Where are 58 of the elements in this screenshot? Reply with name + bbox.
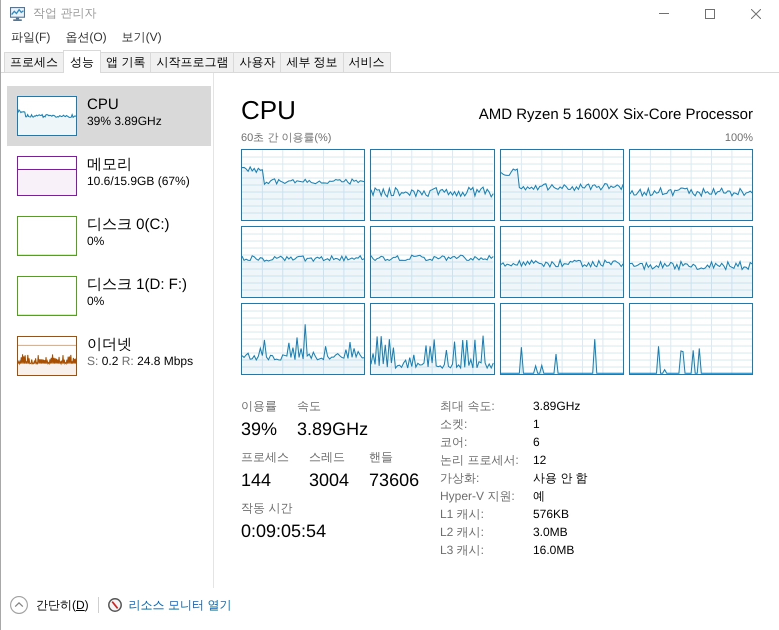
spec-value: 3.0MB (533, 524, 568, 541)
stat-value: 3.89GHz (297, 418, 368, 441)
maximize-icon (705, 8, 715, 18)
stat-value: 3004 (309, 469, 350, 492)
window-title: 작업 관리자 (33, 5, 96, 22)
spec-value: 1 (533, 416, 540, 433)
tab[interactable]: 앱 기록 (100, 52, 152, 72)
section-title: CPU (241, 95, 296, 125)
chevron-up-icon (10, 596, 28, 614)
spec-value: 사용 안 함 (533, 470, 588, 487)
menu-item[interactable]: 파일(F) (5, 28, 56, 47)
stat-value: 39% (241, 418, 278, 441)
spec-value: 6 (533, 434, 540, 451)
close-icon (751, 8, 761, 18)
menu-item[interactable]: 옵션(O) (59, 28, 113, 47)
spec-value: 16.0MB (533, 542, 574, 559)
stat-label: 이용률 (241, 398, 277, 415)
stat-label: 작동 시간 (241, 500, 292, 517)
sidebar-item[interactable]: 디스크 1(D: F:) 0% (7, 266, 211, 326)
stat-label: 스레드 (309, 449, 345, 466)
monitor-chart-icon (10, 6, 25, 20)
spec-value: 576KB (533, 506, 570, 523)
stat-label: 핸들 (369, 449, 394, 466)
spec-label: Hyper-V 지원: (440, 488, 515, 505)
stat-value: 73606 (369, 469, 420, 492)
menu-item[interactable]: 보기(V) (116, 28, 168, 47)
spec-label: L3 캐시: (440, 542, 484, 559)
graph-max-label: 100% (724, 131, 753, 145)
stat-label: 프로세스 (241, 449, 289, 466)
stat-value: 0:09:05:54 (241, 520, 326, 543)
spec-value: 예 (533, 488, 545, 505)
sidebar-item[interactable]: 이더넷 S: 0.2 R: 24.8 Mbps (7, 326, 211, 386)
spec-label: L1 캐시: (440, 506, 484, 523)
collapse-button[interactable]: 간단히(D) (10, 596, 89, 614)
spec-label: L2 캐시: (440, 524, 484, 541)
sidebar-item[interactable]: CPU 39% 3.89GHz (7, 86, 211, 146)
stat-value: 144 (241, 469, 272, 492)
spec-label: 논리 프로세서: (440, 452, 519, 469)
graph-caption: 60초 간 이용률(%) (241, 131, 332, 145)
sidebar-item[interactable]: 메모리 10.6/15.9GB (67%) (7, 146, 211, 206)
tab[interactable]: 성능 (63, 50, 101, 73)
tab[interactable]: 시작프로그램 (150, 52, 234, 72)
tab[interactable]: 사용자 (233, 52, 282, 72)
tab[interactable]: 서비스 (342, 52, 391, 72)
tab[interactable]: 세부 정보 (280, 52, 344, 72)
spec-label: 코어: (440, 434, 468, 451)
sidebar-item[interactable]: 디스크 0(C:) 0% (7, 206, 211, 266)
minimize-icon (659, 13, 669, 14)
tab[interactable]: 프로세스 (4, 52, 64, 72)
spec-label: 소켓: (440, 416, 468, 433)
stat-label: 속도 (297, 398, 322, 415)
gauge-icon (108, 598, 122, 612)
spec-label: 최대 속도: (440, 398, 495, 415)
spec-value: 12 (533, 452, 546, 469)
spec-label: 가상화: (440, 470, 480, 487)
spec-value: 3.89GHz (533, 398, 580, 415)
resource-monitor-link[interactable]: 리소스 모니터 열기 (108, 596, 232, 614)
processor-name: AMD Ryzen 5 1600X Six-Core Processor (478, 106, 753, 124)
